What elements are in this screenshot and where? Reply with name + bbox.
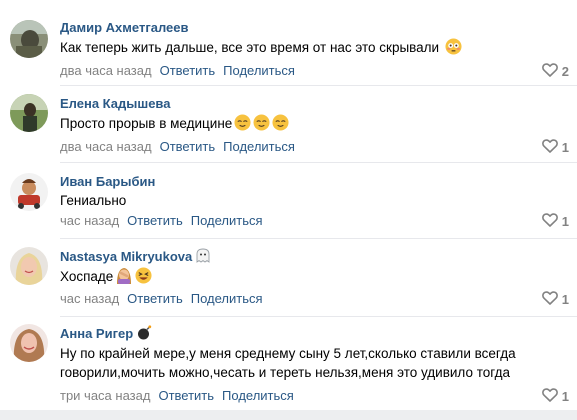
comment-text-line: говорили,мочить можно,чесать и тереть не…: [60, 365, 510, 380]
author-name[interactable]: Елена Кадышева: [60, 96, 170, 112]
like-button[interactable]: 1: [541, 213, 569, 231]
comment-text: Ну по крайней мере,у меня среднему сыну …: [60, 344, 516, 382]
heart-icon: [541, 213, 558, 231]
timestamp[interactable]: два часа назад: [60, 139, 152, 154]
author-name-text: Nastasya Mikryukova: [60, 249, 193, 264]
laughing-face-icon: [135, 267, 152, 289]
author-name[interactable]: Иван Барыбин: [60, 174, 155, 190]
comment-meta: три часа назад Ответить Поделиться: [60, 388, 294, 404]
like-count: 1: [561, 140, 569, 155]
flushed-face-icon: [445, 38, 462, 60]
like-count: 1: [561, 389, 569, 404]
author-name[interactable]: Анна Ригер: [60, 325, 152, 344]
author-name[interactable]: Дамир Ахметгалеев: [60, 20, 189, 36]
like-button[interactable]: 1: [541, 388, 569, 406]
facepalm-woman-icon: [115, 266, 133, 289]
ghost-icon: [196, 248, 210, 267]
comment-text-body: Как теперь жить дальше, все это время от…: [60, 40, 440, 55]
avatar[interactable]: [10, 20, 48, 58]
like-button[interactable]: 1: [541, 139, 569, 157]
comment-text: Хоспаде: [60, 266, 152, 289]
comment-meta: два часа назад Ответить Поделиться: [60, 63, 295, 79]
author-name[interactable]: Nastasya Mikryukova: [60, 248, 210, 267]
page-bottom-strip: [0, 410, 577, 420]
like-button[interactable]: 1: [541, 291, 569, 309]
heart-icon: [541, 139, 558, 157]
share-link[interactable]: Поделиться: [191, 291, 263, 306]
relieved-face-icon: [234, 114, 251, 136]
heart-icon: [541, 291, 558, 309]
author-name-text: Анна Ригер: [60, 326, 134, 341]
comment-item: Анна Ригер Ну по крайней мере,у меня сре…: [0, 317, 577, 410]
reply-link[interactable]: Ответить: [158, 388, 214, 403]
relieved-face-icon: [272, 114, 289, 136]
reply-link[interactable]: Ответить: [127, 291, 183, 306]
avatar[interactable]: [10, 324, 48, 362]
comment-text-body: Просто прорыв в медицине: [60, 116, 233, 131]
comment-text-body: Хоспаде: [60, 269, 114, 284]
comment-text-line: Ну по крайней мере,у меня среднему сыну …: [60, 346, 516, 361]
share-link[interactable]: Поделиться: [223, 139, 295, 154]
comment-item: Дамир Ахметгалеев Как теперь жить дальше…: [0, 0, 577, 85]
like-button[interactable]: 2: [541, 63, 569, 81]
like-count: 1: [561, 214, 569, 229]
heart-icon: [541, 63, 558, 81]
bomb-icon: [137, 325, 152, 344]
comment-meta: два часа назад Ответить Поделиться: [60, 139, 295, 155]
share-link[interactable]: Поделиться: [222, 388, 294, 403]
relieved-face-icon: [253, 114, 270, 136]
comment-item: Елена Кадышева Просто прорыв в медицине …: [0, 86, 577, 164]
comment-meta: час назад Ответить Поделиться: [60, 291, 263, 307]
like-count: 1: [561, 292, 569, 307]
timestamp[interactable]: три часа назад: [60, 388, 150, 403]
comment-item: Иван Барыбин Гениально час назад Ответить…: [0, 163, 577, 239]
reply-link[interactable]: Ответить: [160, 139, 216, 154]
reply-link[interactable]: Ответить: [160, 63, 216, 78]
timestamp[interactable]: час назад: [60, 291, 119, 306]
comment-text: Как теперь жить дальше, все это время от…: [60, 38, 462, 60]
share-link[interactable]: Поделиться: [191, 213, 263, 228]
share-link[interactable]: Поделиться: [223, 63, 295, 78]
avatar[interactable]: [10, 173, 48, 211]
avatar[interactable]: [10, 247, 48, 285]
comment-text: Гениально: [60, 191, 126, 210]
comment-text-body: Гениально: [60, 193, 127, 208]
comment-meta: час назад Ответить Поделиться: [60, 213, 263, 229]
like-count: 2: [561, 64, 569, 79]
avatar[interactable]: [10, 94, 48, 132]
timestamp[interactable]: два часа назад: [60, 63, 152, 78]
reply-link[interactable]: Ответить: [127, 213, 183, 228]
heart-icon: [541, 388, 558, 406]
comment-item: Nastasya Mikryukova Хоспаде час назад Отв…: [0, 239, 577, 317]
comment-text: Просто прорыв в медицине: [60, 114, 289, 136]
timestamp[interactable]: час назад: [60, 213, 119, 228]
